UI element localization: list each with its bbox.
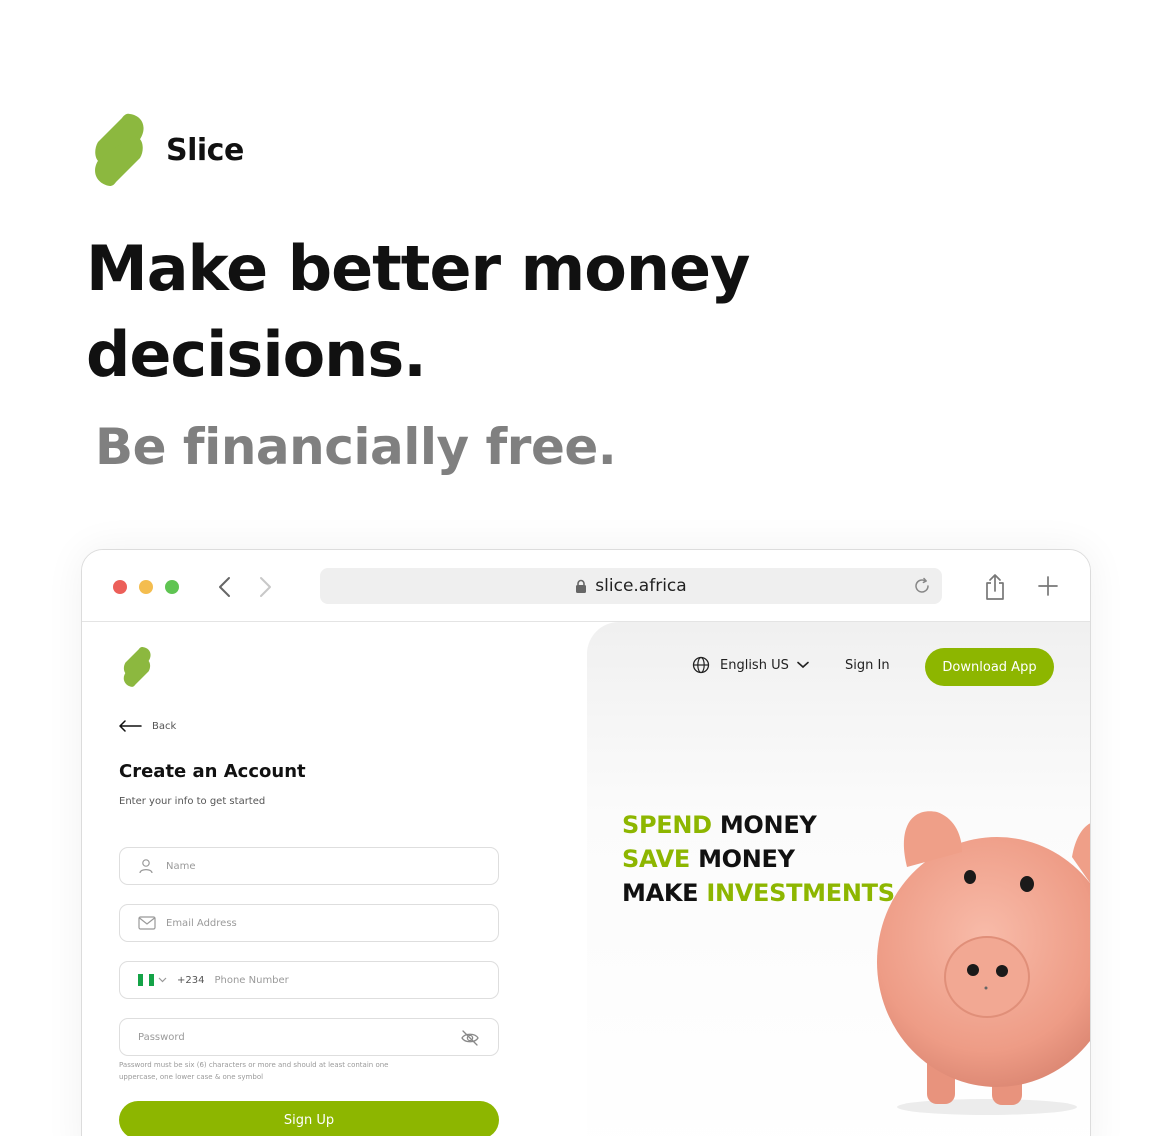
slogan: SPEND MONEY SAVE MONEY MAKE INVESTMENTS (622, 808, 895, 910)
share-icon[interactable] (983, 572, 1007, 602)
chevron-down-icon (797, 661, 809, 669)
download-app-button[interactable]: Download App (925, 648, 1054, 686)
promo-panel: English US Sign In Download App SPEND MO… (587, 622, 1090, 1136)
address-bar[interactable]: slice.africa (320, 568, 942, 604)
slogan-money-1: MONEY (719, 811, 817, 839)
form-subtitle: Enter your info to get started (119, 796, 266, 807)
name-field[interactable] (119, 847, 499, 885)
nigeria-flag-icon[interactable] (138, 974, 154, 986)
slogan-money-2: MONEY (698, 845, 795, 873)
eye-off-icon[interactable] (460, 1028, 480, 1048)
phone-field[interactable]: +234 (119, 961, 499, 999)
url-text: slice.africa (595, 576, 687, 596)
language-label: English US (720, 657, 789, 673)
brand-name: Slice (166, 132, 244, 168)
slice-logo-icon (95, 113, 144, 186)
user-icon (138, 857, 156, 875)
reload-icon[interactable] (912, 576, 932, 596)
chevron-down-icon[interactable] (158, 977, 167, 983)
browser-window: slice.africa Back Create an Account Ente… (81, 549, 1091, 1136)
email-field[interactable] (119, 904, 499, 942)
slogan-line-2: SAVE MONEY (622, 842, 895, 876)
headline-line-1: Make better money (86, 232, 750, 305)
mail-icon (138, 914, 156, 932)
browser-toolbar: slice.africa (82, 550, 1090, 622)
name-input[interactable] (166, 860, 426, 872)
slice-logo-icon[interactable] (122, 646, 152, 688)
dial-code: +234 (177, 974, 205, 986)
back-arrow-icon[interactable] (212, 574, 236, 600)
globe-icon (692, 656, 710, 674)
back-link[interactable]: Back (118, 720, 176, 732)
maximize-window-button[interactable] (165, 580, 179, 594)
slogan-make: MAKE (622, 879, 699, 907)
piggy-bank-image (877, 811, 1090, 1115)
phone-input[interactable] (214, 974, 475, 986)
slogan-line-3: MAKE INVESTMENTS (622, 876, 895, 910)
brand: Slice (92, 112, 244, 188)
password-hint: Password must be six (6) characters or m… (119, 1061, 389, 1081)
tagline: Be financially free. (95, 418, 617, 476)
back-label: Back (152, 720, 177, 732)
password-input[interactable] (138, 1031, 398, 1043)
sign-in-link[interactable]: Sign In (845, 658, 890, 673)
lock-icon (576, 579, 587, 593)
email-input[interactable] (166, 917, 426, 929)
slogan-spend: SPEND (622, 811, 712, 839)
sign-up-button[interactable]: Sign Up (119, 1101, 499, 1136)
back-arrow-icon (119, 720, 142, 732)
new-tab-icon[interactable] (1037, 575, 1059, 597)
password-field[interactable] (119, 1018, 499, 1056)
headline-line-2: decisions. (86, 318, 427, 391)
page-content: Back Create an Account Enter your info t… (82, 622, 1090, 1136)
forward-arrow-icon[interactable] (254, 574, 278, 600)
minimize-window-button[interactable] (139, 580, 153, 594)
language-selector[interactable]: English US (692, 656, 809, 674)
slogan-line-1: SPEND MONEY (622, 808, 895, 842)
headline: Make better money decisions. (86, 226, 846, 398)
form-title: Create an Account (119, 761, 306, 782)
close-window-button[interactable] (113, 580, 127, 594)
slogan-save: SAVE (622, 845, 690, 873)
